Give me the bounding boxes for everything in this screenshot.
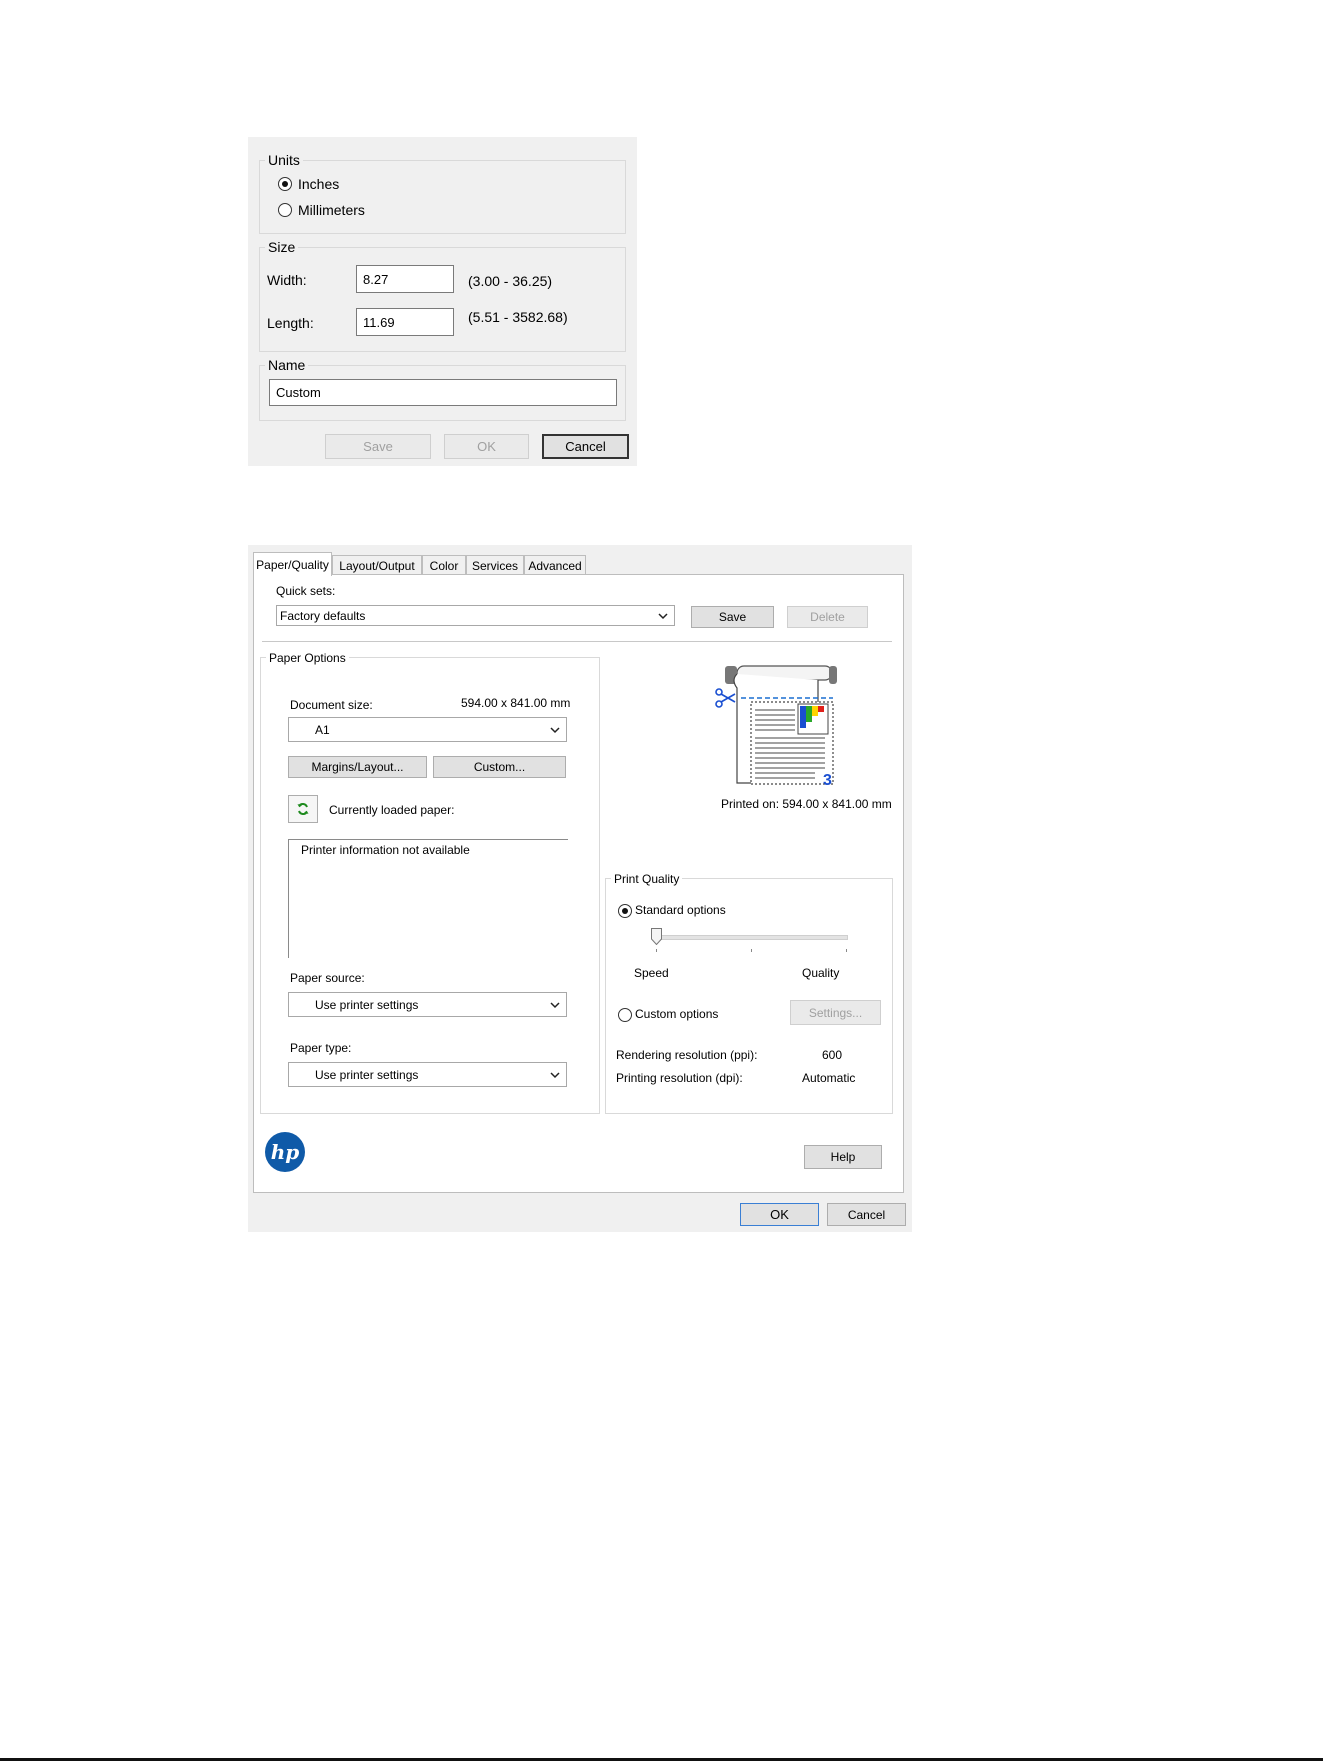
width-range: (3.00 - 36.25) — [468, 273, 553, 289]
printer-properties-dialog: Paper/Quality Layout/Output Color Servic… — [248, 545, 912, 1232]
chevron-down-icon — [658, 612, 668, 619]
printer-info-box: Printer information not available — [288, 839, 568, 958]
slider-tick — [751, 949, 752, 952]
paper-source-select[interactable]: Use printer settings — [288, 992, 567, 1017]
custom-paper-size-dialog: Units Inches Millimeters Size Width: 8.2… — [248, 137, 637, 466]
rendering-resolution-label: Rendering resolution (ppi): — [616, 1048, 758, 1062]
tab-advanced[interactable]: Advanced — [524, 555, 586, 575]
paper-source-value: Use printer settings — [315, 997, 419, 1012]
quick-sets-value: Factory defaults — [280, 608, 366, 623]
paper-options-title: Paper Options — [266, 651, 349, 665]
cancel-button[interactable]: Cancel — [827, 1203, 906, 1226]
printing-resolution-value: Automatic — [802, 1071, 856, 1085]
units-group-title: Units — [265, 153, 303, 167]
ok-button[interactable]: OK — [444, 434, 529, 459]
paper-options-group: Paper Options Document size: 594.00 x 84… — [260, 651, 600, 1114]
slider-tick — [656, 949, 657, 952]
print-quality-title: Print Quality — [611, 872, 683, 886]
quality-settings-button[interactable]: Settings... — [790, 1000, 881, 1025]
help-button[interactable]: Help — [804, 1145, 882, 1169]
size-group: Size Width: 8.27 (3.00 - 36.25) Length: … — [259, 240, 626, 352]
loaded-paper-label: Currently loaded paper: — [329, 803, 455, 817]
ok-button[interactable]: OK — [740, 1203, 819, 1226]
inches-label: Inches — [298, 176, 340, 192]
paper-quality-panel: Quick sets: Factory defaults Save Delete… — [253, 574, 904, 1193]
tab-paper-quality[interactable]: Paper/Quality — [253, 552, 332, 576]
millimeters-radio[interactable] — [278, 203, 292, 217]
speed-label: Speed — [634, 966, 669, 980]
tab-color[interactable]: Color — [422, 555, 466, 575]
separator — [262, 641, 892, 642]
length-label: Length: — [267, 315, 314, 331]
chevron-down-icon — [550, 726, 560, 733]
quick-sets-save-button[interactable]: Save — [691, 606, 774, 628]
millimeters-label: Millimeters — [298, 202, 365, 218]
paper-type-value: Use printer settings — [315, 1067, 419, 1082]
quality-slider-thumb[interactable] — [651, 928, 662, 946]
tab-layout-output[interactable]: Layout/Output — [332, 555, 422, 575]
tab-services[interactable]: Services — [466, 555, 524, 575]
document-size-select[interactable]: A1 — [288, 717, 567, 742]
width-label: Width: — [267, 272, 307, 288]
quick-sets-select[interactable]: Factory defaults — [276, 605, 675, 626]
custom-options-radio[interactable] — [618, 1008, 632, 1022]
printing-resolution-label: Printing resolution (dpi): — [616, 1071, 743, 1085]
custom-size-button[interactable]: Custom... — [433, 756, 566, 778]
quality-label: Quality — [802, 966, 840, 980]
standard-options-radio[interactable] — [618, 904, 632, 918]
name-input[interactable]: Custom — [269, 379, 617, 406]
printer-info-text: Printer information not available — [301, 843, 470, 857]
preview-page-marker: 3 — [823, 772, 832, 789]
hp-logo-text: hp — [270, 1140, 300, 1164]
length-range: (5.51 - 3582.68) — [468, 309, 568, 325]
units-group: Units Inches Millimeters — [259, 153, 626, 234]
margins-layout-button[interactable]: Margins/Layout... — [288, 756, 427, 778]
name-group: Name Custom — [259, 358, 626, 421]
inches-radio[interactable] — [278, 177, 292, 191]
quick-sets-delete-button[interactable]: Delete — [787, 606, 868, 628]
refresh-button[interactable] — [288, 795, 318, 823]
width-input[interactable]: 8.27 — [356, 265, 454, 293]
refresh-icon — [297, 803, 309, 815]
standard-options-label: Standard options — [635, 903, 726, 917]
document-size-value: 594.00 x 841.00 mm — [461, 696, 571, 710]
custom-options-label: Custom options — [635, 1007, 719, 1021]
length-input[interactable]: 11.69 — [356, 308, 454, 336]
paper-type-label: Paper type: — [290, 1041, 352, 1055]
quality-slider-track[interactable] — [656, 935, 848, 940]
paper-source-label: Paper source: — [290, 971, 365, 985]
slider-tick — [846, 949, 847, 952]
chevron-down-icon — [550, 1071, 560, 1078]
size-group-title: Size — [265, 240, 299, 254]
document-size-label: Document size: — [290, 698, 373, 712]
print-quality-group: Print Quality Standard options Speed Qua… — [605, 872, 893, 1114]
chevron-down-icon — [550, 1001, 560, 1008]
cancel-button[interactable]: Cancel — [542, 434, 629, 459]
paper-type-select[interactable]: Use printer settings — [288, 1062, 567, 1087]
hp-logo: hp — [265, 1132, 305, 1172]
save-button[interactable]: Save — [325, 434, 431, 459]
printed-on-label: Printed on: 594.00 x 841.00 mm — [721, 797, 892, 811]
quick-sets-label: Quick sets: — [276, 584, 336, 598]
name-group-title: Name — [265, 358, 309, 372]
document-size-selected: A1 — [315, 722, 330, 737]
rendering-resolution-value: 600 — [822, 1048, 843, 1062]
